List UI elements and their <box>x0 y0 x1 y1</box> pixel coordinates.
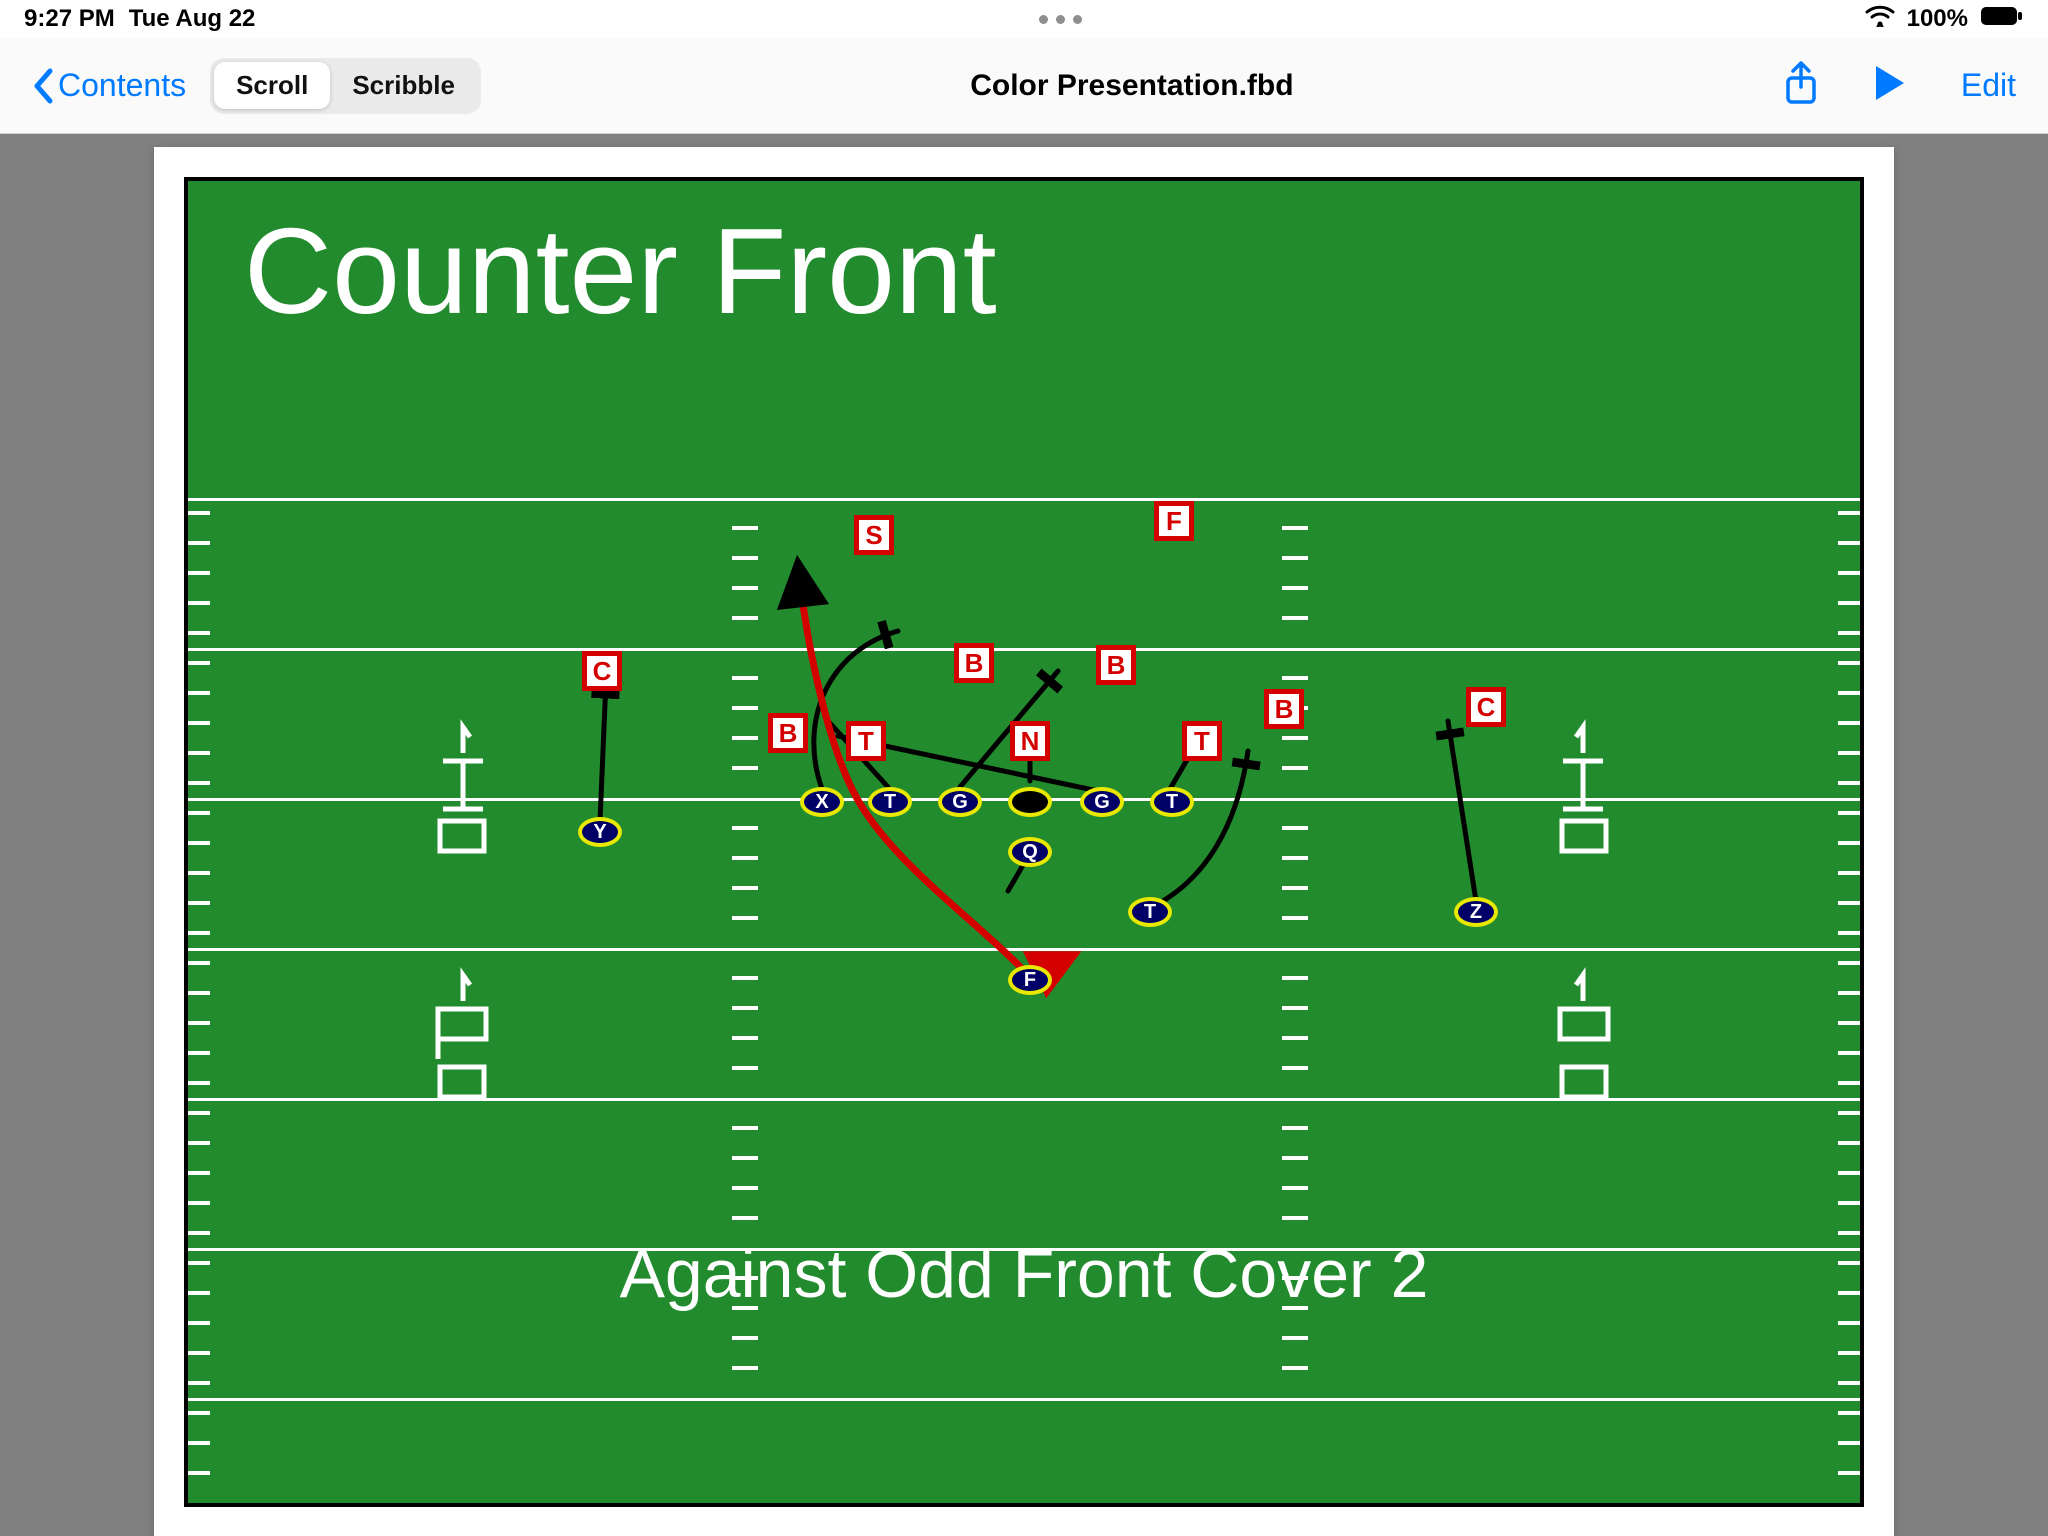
def-backer-4: B <box>1264 689 1304 729</box>
back-button[interactable]: Contents <box>32 67 186 104</box>
play-icon <box>1873 64 1907 102</box>
segment-scribble[interactable]: Scribble <box>330 62 477 109</box>
ios-status-bar: 9:27 PM Tue Aug 22 100% <box>0 0 2048 38</box>
def-backer-3: B <box>1096 645 1136 685</box>
canvas-background: Counter Front Against Odd Front Cover 2 <box>0 134 2048 1536</box>
slide-page: Counter Front Against Odd Front Cover 2 <box>154 147 1894 1536</box>
football-field: Counter Front Against Odd Front Cover 2 <box>184 177 1864 1507</box>
off-center <box>1008 787 1052 817</box>
off-y: Y <box>578 817 622 847</box>
chevron-left-icon <box>32 68 54 104</box>
def-safety: S <box>854 515 894 555</box>
off-t-right: T <box>1150 787 1194 817</box>
def-backer-2: B <box>954 643 994 683</box>
def-tackle-left: T <box>846 721 886 761</box>
battery-percent: 100% <box>1907 5 1968 33</box>
def-backer-1: B <box>768 713 808 753</box>
share-icon <box>1783 61 1819 105</box>
off-x: X <box>800 787 844 817</box>
def-free-safety: F <box>1154 501 1194 541</box>
document-toolbar: Contents Scroll Scribble Color Presentat… <box>0 38 2048 134</box>
share-button[interactable] <box>1783 61 1819 110</box>
def-corner-right: C <box>1466 687 1506 727</box>
play-routes <box>188 181 1868 1181</box>
def-nose: N <box>1010 721 1050 761</box>
back-label: Contents <box>58 67 186 104</box>
status-time: 9:27 PM <box>24 5 115 33</box>
segment-scroll[interactable]: Scroll <box>214 62 330 109</box>
play-button[interactable] <box>1873 64 1907 107</box>
view-mode-segmented: Scroll Scribble <box>210 58 481 114</box>
def-tackle-right: T <box>1182 721 1222 761</box>
status-date: Tue Aug 22 <box>129 5 256 33</box>
wifi-icon <box>1865 5 1895 34</box>
multitask-dots-icon[interactable] <box>1039 15 1082 24</box>
off-g-left: G <box>938 787 982 817</box>
off-t-left: T <box>868 787 912 817</box>
battery-icon <box>1980 5 2024 34</box>
document-title: Color Presentation.fbd <box>505 69 1759 103</box>
edit-button[interactable]: Edit <box>1961 67 2016 104</box>
def-corner-left: C <box>582 651 622 691</box>
off-f: F <box>1008 965 1052 995</box>
off-z: Z <box>1454 897 1498 927</box>
off-g-right: G <box>1080 787 1124 817</box>
off-q: Q <box>1008 837 1052 867</box>
off-tailback: T <box>1128 897 1172 927</box>
